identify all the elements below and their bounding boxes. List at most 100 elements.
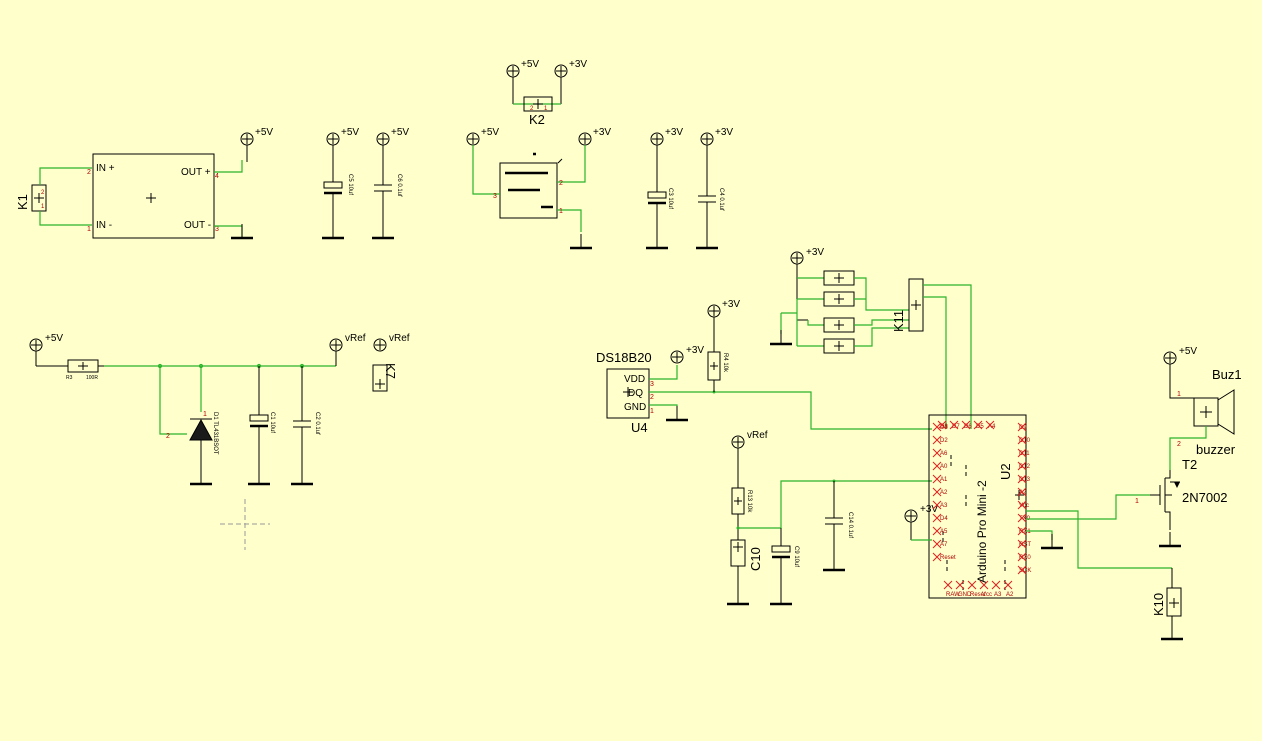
svg-text:U2: U2 xyxy=(998,463,1013,480)
capacitor-c4[interactable]: +3V C4 0.1uf xyxy=(698,127,733,234)
u2-left-pin-label: A5 xyxy=(940,529,948,535)
svg-text:+5V: +5V xyxy=(521,59,539,70)
svg-text:C2 0.1uf: C2 0.1uf xyxy=(314,412,320,435)
vref-reference[interactable]: +5V R3 100R 2 1 D1 TL431BSOT C1 10uf C2 … xyxy=(29,333,366,470)
svg-text:buzzer: buzzer xyxy=(1196,442,1236,457)
svg-text:vRef: vRef xyxy=(747,430,768,441)
svg-text:C5 10uf: C5 10uf xyxy=(347,174,353,195)
mosfet-t2[interactable]: T2 2N7002 1 xyxy=(1135,457,1228,530)
svg-text:+3V: +3V xyxy=(722,299,740,310)
svg-text:R3: R3 xyxy=(66,375,73,381)
svg-text:+3V: +3V xyxy=(569,59,587,70)
vref-divider[interactable]: vRef R13 10k C10 C9 10uf C14 0.1uf xyxy=(730,430,932,590)
svg-text:+3V: +3V xyxy=(593,127,611,138)
u2-left-pin-label: D4 xyxy=(940,516,948,522)
k2-connector[interactable]: +5V +3V K2 2 1 xyxy=(506,59,587,127)
u2-bottom-pin-x xyxy=(967,580,977,590)
arduino-pro-mini-u2[interactable]: Arduino Pro Mini -2 U2 D8D7D6D5A4D3D2A6A… xyxy=(928,414,1031,599)
resistor-r4[interactable]: +3V R4 10k xyxy=(707,299,740,392)
svg-text:2: 2 xyxy=(87,169,91,176)
svg-text:1: 1 xyxy=(559,208,563,215)
svg-text:C3 10uf: C3 10uf xyxy=(667,188,673,209)
svg-text:D1 TL431BSOT: D1 TL431BSOT xyxy=(212,412,218,455)
k7-connector[interactable]: vRef K7 xyxy=(372,333,410,392)
u2-left-pin-label: A7 xyxy=(940,542,948,548)
reg1-in-minus: IN - xyxy=(96,220,112,231)
svg-text:C10: C10 xyxy=(748,547,763,571)
svg-text:+3V: +3V xyxy=(665,127,683,138)
k1-ref: K1 xyxy=(15,194,30,210)
svg-text:R4 10k: R4 10k xyxy=(722,353,728,373)
u2-left-pin-label: A6 xyxy=(940,451,948,457)
svg-text:3: 3 xyxy=(493,193,497,200)
svg-text:K11: K11 xyxy=(891,310,906,332)
k11-switch-block[interactable]: +3V K11 xyxy=(780,247,924,354)
cursor-crosshair-icon xyxy=(220,499,270,550)
u2-left-pin-label: A1 xyxy=(940,477,948,483)
u2-left-pin-label: Reset xyxy=(940,555,956,561)
svg-text:+5V: +5V xyxy=(391,127,409,138)
svg-text:+5V: +5V xyxy=(45,333,63,344)
svg-text:+5V: +5V xyxy=(341,127,359,138)
u2-left-pin-label: A0 xyxy=(940,464,948,470)
svg-text:1: 1 xyxy=(87,226,91,233)
svg-text:vRef: vRef xyxy=(345,333,366,344)
svg-text:U4: U4 xyxy=(631,420,648,435)
u2-bottom-pin-label: A3 xyxy=(994,592,1002,598)
svg-text:+5V: +5V xyxy=(1179,346,1197,357)
supply-3v-u4: +3V xyxy=(670,345,704,364)
u2-left-pin-label: A3 xyxy=(940,503,948,509)
svg-text:+5V: +5V xyxy=(481,127,499,138)
k1-pin1: 1 xyxy=(41,204,45,210)
svg-text:2: 2 xyxy=(166,433,170,440)
svg-text:T2: T2 xyxy=(1182,457,1197,472)
capacitor-c6[interactable]: +5V C6 0.1uf xyxy=(374,127,409,224)
svg-text:K7: K7 xyxy=(383,363,398,379)
u2-bottom-pin-x xyxy=(991,580,1001,590)
svg-text:Arduino Pro Mini -2: Arduino Pro Mini -2 xyxy=(975,480,989,583)
schematic-canvas[interactable]: K1 2 1 IN + IN - OUT + OUT - 2 1 4 3 +5V… xyxy=(0,0,1262,741)
svg-text:C1 10uf: C1 10uf xyxy=(269,412,275,433)
k1-pin2: 2 xyxy=(41,190,45,196)
svg-text:1: 1 xyxy=(650,408,654,415)
reg1-out-plus: OUT + xyxy=(181,167,211,178)
svg-text:K2: K2 xyxy=(529,112,545,127)
reg1-out-minus: OUT - xyxy=(184,220,211,231)
supply-5v-a: +5V xyxy=(240,127,273,162)
reg1-in-plus: IN + xyxy=(96,163,115,174)
svg-text:100R: 100R xyxy=(86,375,98,381)
u2-bottom-pin-label: A2 xyxy=(1006,592,1014,598)
svg-text:4: 4 xyxy=(215,173,219,180)
svg-text:+3V: +3V xyxy=(715,127,733,138)
svg-text:C4 0.1uf: C4 0.1uf xyxy=(718,188,724,211)
svg-text:1: 1 xyxy=(1135,498,1139,505)
k1-connector[interactable]: K1 2 1 xyxy=(15,184,47,212)
u2-left-pin-label: D2 xyxy=(940,438,948,444)
svg-text:C6 0.1uf: C6 0.1uf xyxy=(396,174,402,197)
ds18b20-sensor-u4[interactable]: DS18B20 VDD DQ GND U4 3 2 1 xyxy=(596,350,654,435)
u2-bottom-pin-x xyxy=(943,580,953,590)
capacitor-c3[interactable]: +3V C3 10uf xyxy=(647,127,683,234)
svg-text:C9 10uf: C9 10uf xyxy=(793,546,799,567)
regulator-module-5v[interactable]: IN + IN - OUT + OUT - 2 1 4 3 xyxy=(87,153,219,239)
capacitor-c5[interactable]: +5V C5 10uf xyxy=(323,127,359,224)
regulator-3v[interactable]: +5V +3V 3 2 1 xyxy=(466,127,611,232)
svg-text:2: 2 xyxy=(559,180,563,187)
svg-text:K10: K10 xyxy=(1151,593,1166,616)
svg-text:2N7002: 2N7002 xyxy=(1182,490,1228,505)
svg-text:GND: GND xyxy=(624,402,646,413)
buzzer-buz1[interactable]: +5V Buz1 buzzer 1 2 xyxy=(1163,346,1242,470)
svg-text:3: 3 xyxy=(215,226,219,233)
svg-text:2: 2 xyxy=(1177,441,1181,448)
svg-text:DS18B20: DS18B20 xyxy=(596,350,652,365)
svg-text:+5V: +5V xyxy=(255,127,273,138)
u2-bottom-pin-x xyxy=(955,580,965,590)
svg-text:VDD: VDD xyxy=(624,374,645,385)
svg-text:1: 1 xyxy=(203,411,207,418)
svg-text:vRef: vRef xyxy=(389,333,410,344)
svg-text:DQ: DQ xyxy=(628,388,643,399)
u2-bottom-pin-x xyxy=(1003,580,1013,590)
k10-connector[interactable]: K10 xyxy=(1151,568,1182,625)
svg-text:C14 0.1uf: C14 0.1uf xyxy=(847,512,853,538)
svg-text:2: 2 xyxy=(650,394,654,401)
